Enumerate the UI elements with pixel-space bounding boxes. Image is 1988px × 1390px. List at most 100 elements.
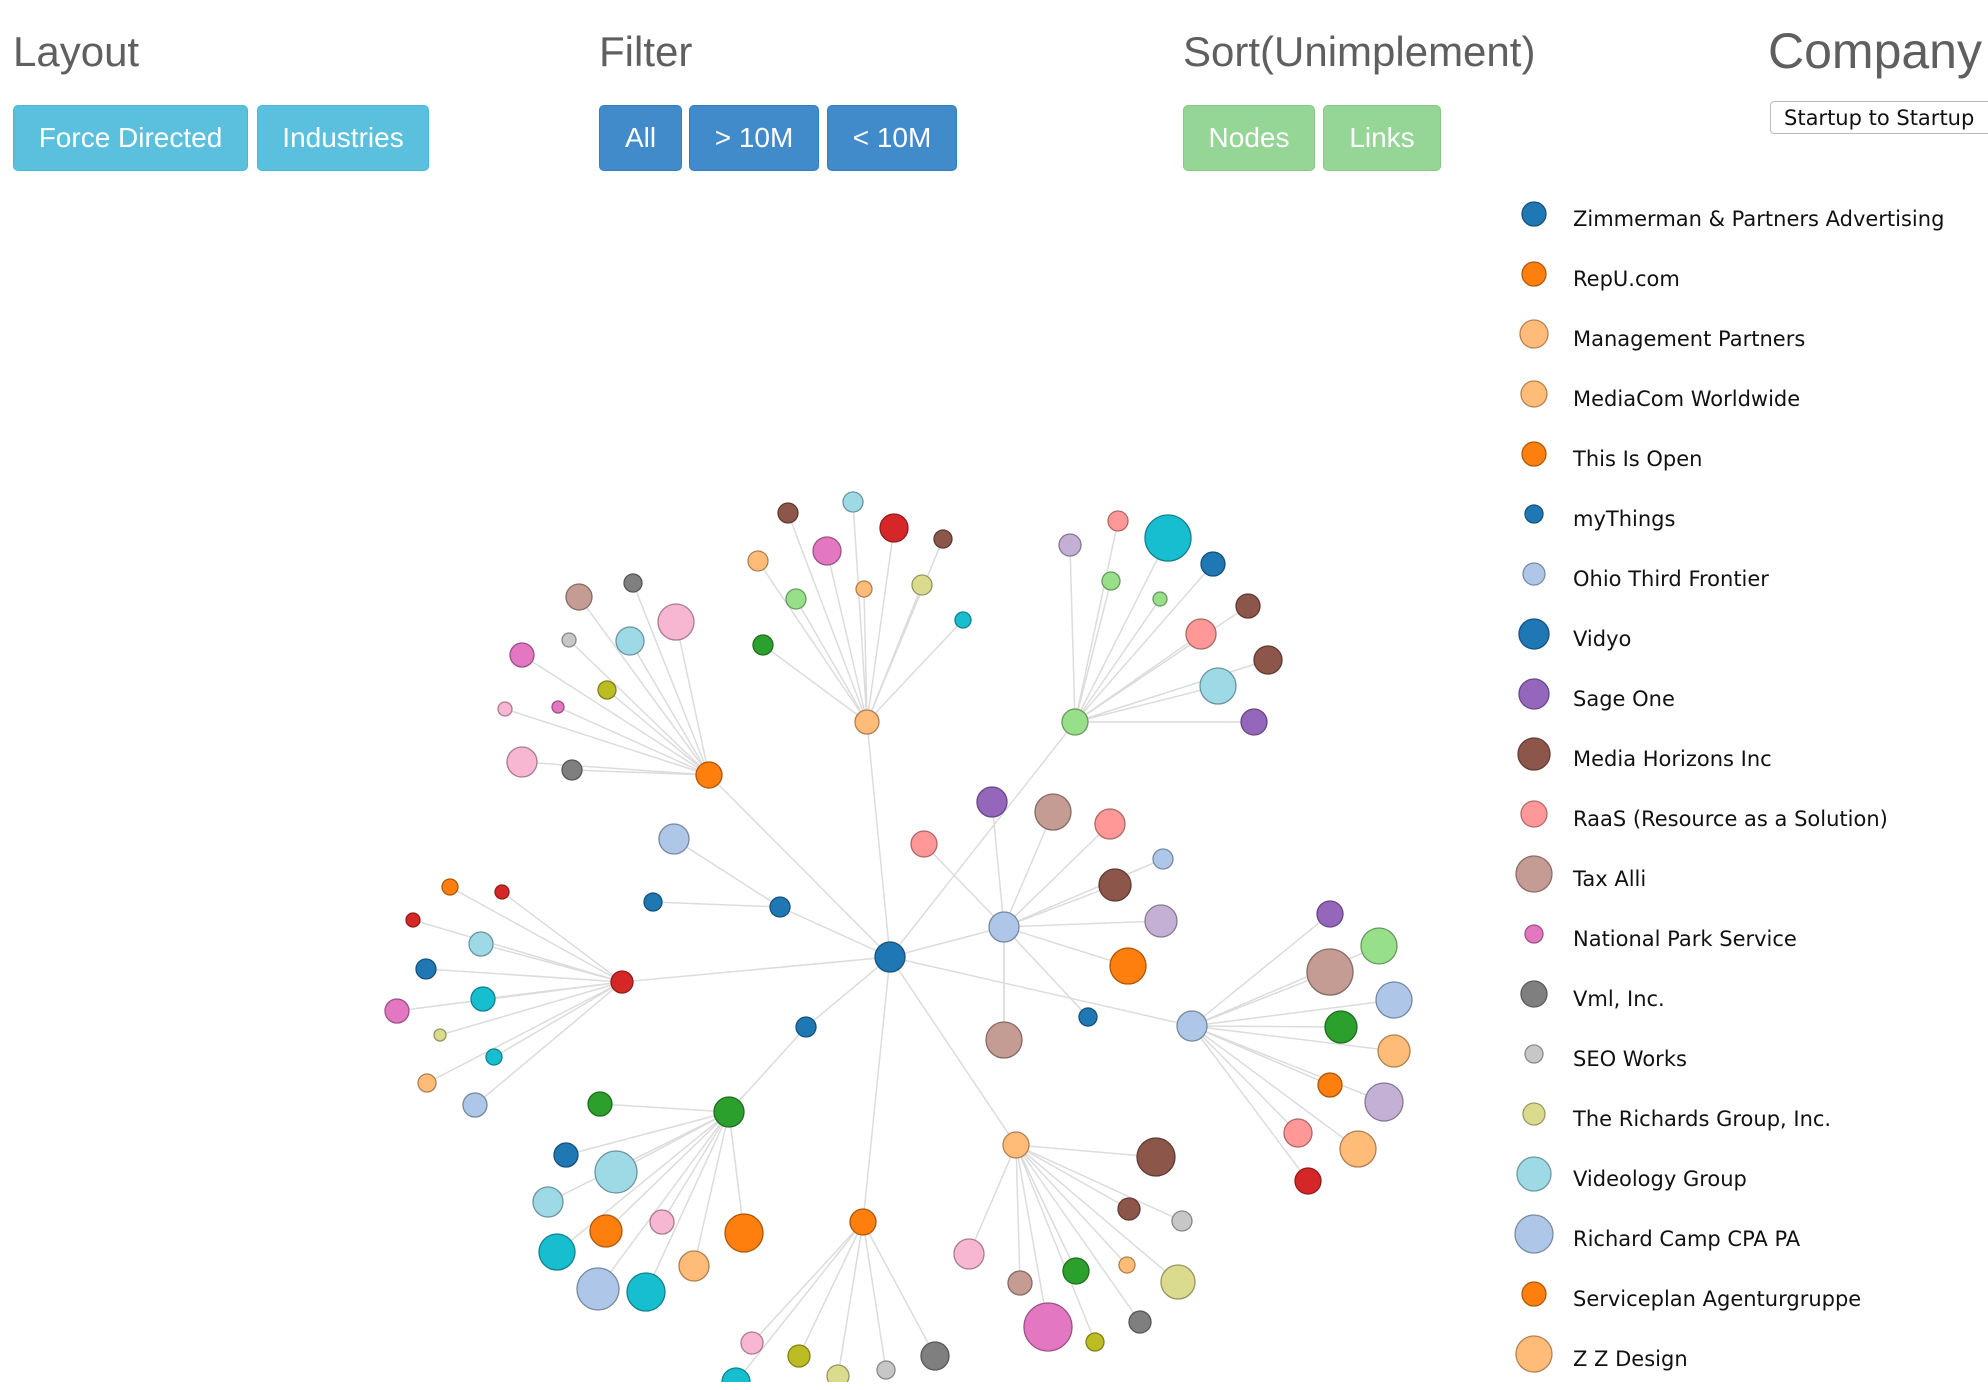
company-node[interactable] — [1152, 848, 1174, 870]
company-node[interactable] — [494, 884, 510, 900]
company-node[interactable] — [954, 611, 972, 629]
company-node[interactable] — [1085, 1332, 1105, 1352]
company-node[interactable] — [747, 550, 769, 572]
company-node[interactable] — [911, 574, 933, 596]
company-node[interactable] — [594, 1150, 638, 1194]
company-select[interactable]: Startup to Startup — [1770, 101, 1988, 134]
company-node[interactable] — [1253, 645, 1283, 675]
company-node[interactable] — [795, 1016, 817, 1038]
company-node[interactable] — [1007, 1270, 1033, 1296]
company-node[interactable] — [1152, 591, 1168, 607]
company-node[interactable] — [1294, 1167, 1322, 1195]
company-node[interactable] — [1136, 1137, 1176, 1177]
company-node[interactable] — [1185, 618, 1217, 650]
company-node[interactable] — [740, 1331, 764, 1355]
company-node[interactable] — [657, 603, 695, 641]
company-node[interactable] — [1078, 1007, 1098, 1027]
company-node[interactable] — [643, 892, 663, 912]
company-node[interactable] — [1200, 551, 1226, 577]
company-node[interactable] — [538, 1233, 576, 1271]
company-node[interactable] — [468, 931, 494, 957]
company-node[interactable] — [985, 1021, 1023, 1059]
company-node[interactable] — [1098, 868, 1132, 902]
company-node[interactable] — [854, 709, 880, 735]
company-node[interactable] — [626, 1272, 666, 1312]
company-node[interactable] — [433, 1028, 447, 1042]
company-node[interactable] — [752, 634, 774, 656]
company-node[interactable] — [785, 588, 807, 610]
company-node[interactable] — [1062, 1257, 1090, 1285]
network-graph[interactable] — [0, 0, 1490, 1382]
company-node[interactable] — [615, 626, 645, 656]
company-node[interactable] — [470, 986, 496, 1012]
company-node[interactable] — [1199, 667, 1237, 705]
company-node[interactable] — [1324, 1010, 1358, 1044]
company-node[interactable] — [658, 823, 690, 855]
company-node[interactable] — [1144, 904, 1178, 938]
company-node[interactable] — [415, 958, 437, 980]
company-node[interactable] — [988, 911, 1020, 943]
company-node[interactable] — [1171, 1210, 1193, 1232]
company-node[interactable] — [1101, 571, 1121, 591]
company-node[interactable] — [565, 583, 593, 611]
company-node[interactable] — [1160, 1264, 1196, 1300]
company-node[interactable] — [769, 896, 791, 918]
company-node[interactable] — [1034, 793, 1072, 831]
company-node[interactable] — [1107, 510, 1129, 532]
company-node[interactable] — [561, 759, 583, 781]
company-node[interactable] — [849, 1208, 877, 1236]
company-node[interactable] — [610, 970, 634, 994]
company-node[interactable] — [576, 1267, 620, 1311]
company-node[interactable] — [1094, 808, 1126, 840]
company-node[interactable] — [842, 491, 864, 513]
company-node[interactable] — [1118, 1256, 1136, 1274]
company-node[interactable] — [551, 700, 565, 714]
company-node[interactable] — [933, 529, 953, 549]
company-node[interactable] — [678, 1250, 710, 1282]
company-node[interactable] — [1283, 1118, 1313, 1148]
company-node[interactable] — [597, 680, 617, 700]
company-node[interactable] — [649, 1209, 675, 1235]
company-node[interactable] — [910, 830, 938, 858]
company-node[interactable] — [976, 786, 1008, 818]
company-node[interactable] — [1023, 1302, 1073, 1352]
company-node[interactable] — [1061, 708, 1089, 736]
company-node[interactable] — [1377, 1034, 1411, 1068]
company-node[interactable] — [1144, 514, 1192, 562]
company-node[interactable] — [1316, 900, 1344, 928]
company-node[interactable] — [589, 1214, 623, 1248]
company-node[interactable] — [462, 1092, 488, 1118]
company-node[interactable] — [953, 1238, 985, 1270]
company-node[interactable] — [1176, 1010, 1208, 1042]
company-node[interactable] — [417, 1073, 437, 1093]
company-node[interactable] — [812, 536, 842, 566]
company-node[interactable] — [1317, 1072, 1343, 1098]
company-node[interactable] — [724, 1213, 764, 1253]
company-node[interactable] — [1117, 1197, 1141, 1221]
company-node[interactable] — [485, 1048, 503, 1066]
company-node[interactable] — [1109, 947, 1147, 985]
company-node[interactable] — [879, 513, 909, 543]
company-node[interactable] — [876, 1360, 896, 1380]
company-node[interactable] — [497, 701, 513, 717]
company-node[interactable] — [561, 632, 577, 648]
company-node[interactable] — [1235, 593, 1261, 619]
company-node[interactable] — [713, 1096, 745, 1128]
company-node[interactable] — [1364, 1082, 1404, 1122]
company-node[interactable] — [1002, 1131, 1030, 1159]
company-node[interactable] — [826, 1364, 850, 1382]
company-node[interactable] — [1360, 927, 1398, 965]
company-node[interactable] — [1058, 533, 1082, 557]
company-node[interactable] — [874, 941, 906, 973]
company-node[interactable] — [553, 1142, 579, 1168]
company-node[interactable] — [441, 878, 459, 896]
company-node[interactable] — [855, 580, 873, 598]
company-node[interactable] — [623, 573, 643, 593]
company-node[interactable] — [920, 1341, 950, 1371]
company-node[interactable] — [787, 1344, 811, 1368]
company-node[interactable] — [587, 1091, 613, 1117]
company-node[interactable] — [509, 642, 535, 668]
company-node[interactable] — [1306, 948, 1354, 996]
company-node[interactable] — [1128, 1310, 1152, 1334]
company-node[interactable] — [405, 912, 421, 928]
